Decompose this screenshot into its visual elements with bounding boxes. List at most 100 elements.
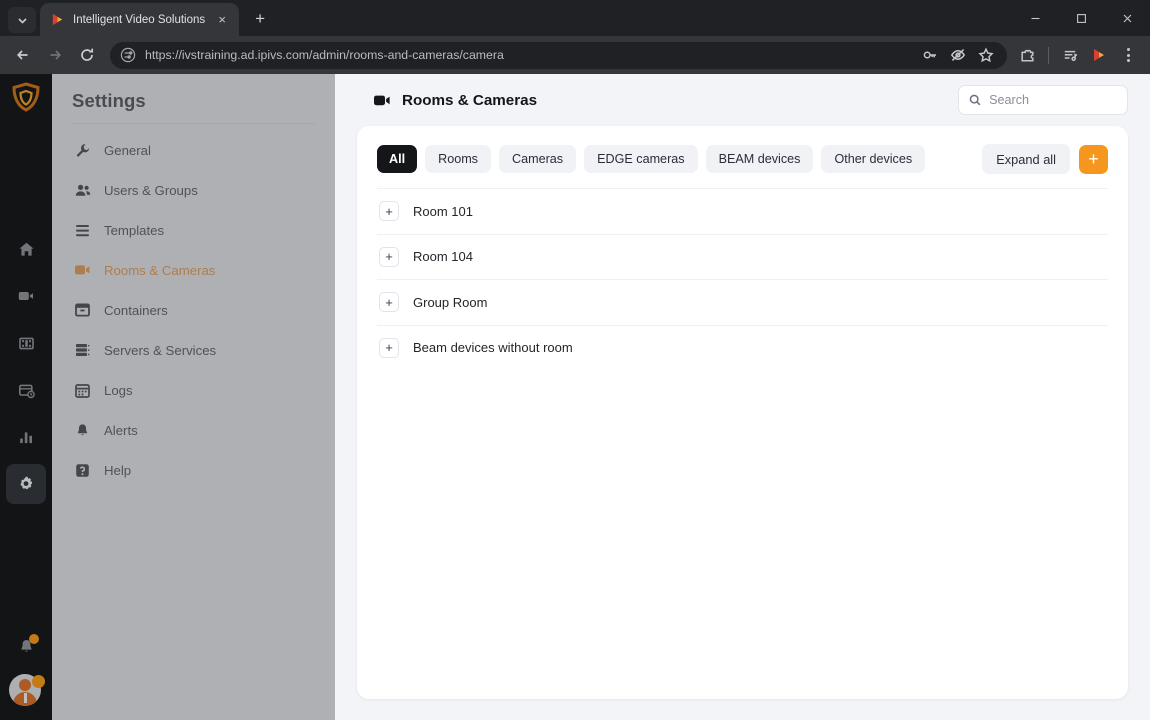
- table-row[interactable]: + Room 101: [377, 188, 1108, 234]
- filter-chip-cameras[interactable]: Cameras: [498, 145, 577, 173]
- browser-window: Intelligent Video Solutions × + https://…: [0, 0, 1150, 720]
- back-button[interactable]: [8, 40, 38, 70]
- user-avatar-button[interactable]: [9, 674, 45, 708]
- browser-tabstrip: Intelligent Video Solutions × +: [0, 0, 1150, 36]
- table-row[interactable]: + Beam devices without room: [377, 324, 1108, 371]
- alert-bell-icon: [74, 423, 91, 438]
- row-label: Room 101: [413, 203, 473, 219]
- close-window-button[interactable]: [1104, 0, 1150, 36]
- gear-icon: [20, 476, 33, 490]
- browser-menu-button[interactable]: [1114, 41, 1142, 69]
- rail-item-analytics[interactable]: [6, 417, 46, 457]
- add-button[interactable]: +: [1079, 144, 1108, 174]
- shield-logo-icon[interactable]: [9, 80, 43, 114]
- rail-item-media[interactable]: [6, 323, 46, 363]
- application-area: Settings General Users & Groups Template…: [0, 74, 1150, 720]
- main-content: Rooms & Cameras All Rooms Cameras EDGE c…: [335, 74, 1150, 720]
- key-icon[interactable]: [917, 42, 943, 68]
- film-strip-icon: [18, 337, 34, 349]
- profile-avatar-icon[interactable]: [1085, 41, 1113, 69]
- sidebar-item-help[interactable]: Help: [52, 450, 335, 490]
- avatar-badge: [32, 675, 45, 688]
- search-input[interactable]: [989, 93, 1117, 107]
- filter-chip-other-devices[interactable]: Other devices: [821, 145, 926, 173]
- tab-close-button[interactable]: ×: [213, 11, 231, 29]
- list-icon: [74, 224, 91, 237]
- card-actions: Expand all +: [982, 144, 1108, 174]
- sidebar-item-containers[interactable]: Containers: [52, 290, 335, 330]
- tab-title: Intelligent Video Solutions: [73, 13, 206, 26]
- back-arrow-icon: [17, 50, 28, 60]
- rail-item-home[interactable]: [6, 229, 46, 269]
- expand-row-toggle[interactable]: +: [379, 337, 399, 358]
- close-icon: [1123, 14, 1131, 22]
- sidebar-item-general[interactable]: General: [52, 130, 335, 170]
- sidebar-item-label: Templates: [104, 222, 165, 238]
- server-icon: [74, 343, 91, 357]
- help-icon: [74, 463, 91, 478]
- extensions-puzzle-icon: [1020, 49, 1034, 62]
- sidebar-item-logs[interactable]: Logs: [52, 370, 335, 410]
- address-bar[interactable]: https://ivstraining.ad.ipivs.com/admin/r…: [110, 41, 1007, 69]
- rail-item-settings[interactable]: [6, 464, 46, 504]
- video-camera-icon: [74, 263, 91, 277]
- users-icon: [74, 183, 91, 198]
- filter-chip-all[interactable]: All: [377, 145, 418, 173]
- reload-icon: [81, 48, 94, 61]
- rail-item-cameras[interactable]: [6, 276, 46, 316]
- row-label: Beam devices without room: [413, 340, 573, 356]
- table-row[interactable]: + Room 104: [377, 233, 1108, 280]
- sidebar-item-templates[interactable]: Templates: [52, 210, 335, 250]
- play-triangle-icon: [50, 12, 65, 27]
- new-tab-button[interactable]: +: [247, 6, 273, 32]
- box-icon: [74, 303, 91, 317]
- card-toolbar: All Rooms Cameras EDGE cameras BEAM devi…: [357, 126, 1128, 188]
- omnibox-actions: [917, 42, 999, 68]
- page-title: Rooms & Cameras: [402, 91, 538, 109]
- sidebar-item-label: Users & Groups: [104, 182, 198, 198]
- menu-dots-icon: [1126, 48, 1130, 62]
- bar-chart-icon: [19, 431, 32, 443]
- notifications-button[interactable]: [6, 626, 46, 666]
- row-label: Group Room: [413, 294, 488, 310]
- reading-list-icon: [1064, 50, 1077, 61]
- maximize-button[interactable]: [1058, 0, 1104, 36]
- sidebar-item-rooms-cameras[interactable]: Rooms & Cameras: [52, 250, 335, 290]
- search-box[interactable]: [958, 85, 1128, 115]
- calendar-icon: [74, 383, 91, 398]
- chevron-down-icon: [17, 17, 27, 24]
- filter-chip-rooms[interactable]: Rooms: [425, 145, 491, 173]
- rail-item-recordings[interactable]: [6, 370, 46, 410]
- sidebar-item-label: Logs: [104, 382, 133, 398]
- sidebar-item-label: Rooms & Cameras: [104, 262, 216, 278]
- icon-rail: [0, 74, 52, 720]
- reading-list-button[interactable]: [1056, 41, 1084, 69]
- page-header: Rooms & Cameras: [357, 74, 1128, 126]
- notification-badge: [29, 634, 39, 644]
- browser-toolbar: https://ivstraining.ad.ipivs.com/admin/r…: [0, 36, 1150, 74]
- forward-button[interactable]: [40, 40, 70, 70]
- star-icon[interactable]: [973, 42, 999, 68]
- browser-tab[interactable]: Intelligent Video Solutions ×: [40, 3, 240, 36]
- eye-slash-icon[interactable]: [945, 42, 971, 68]
- window-controls: [1012, 0, 1150, 36]
- settings-sidebar: Settings General Users & Groups Template…: [52, 74, 335, 720]
- tune-sliders-icon[interactable]: [120, 47, 136, 63]
- filter-chip-beam-devices[interactable]: BEAM devices: [705, 145, 814, 173]
- reload-button[interactable]: [72, 40, 102, 70]
- sidebar-item-users-groups[interactable]: Users & Groups: [52, 170, 335, 210]
- expand-row-toggle[interactable]: +: [379, 292, 399, 313]
- toolbar-right-actions: [1013, 41, 1142, 69]
- sidebar-item-servers-services[interactable]: Servers & Services: [52, 330, 335, 370]
- wrench-icon: [74, 143, 91, 158]
- filter-chip-edge-cameras[interactable]: EDGE cameras: [584, 145, 698, 173]
- sidebar-item-alerts[interactable]: Alerts: [52, 410, 335, 450]
- search-icon: [969, 94, 981, 106]
- table-row[interactable]: + Group Room: [377, 279, 1108, 325]
- expand-row-toggle[interactable]: +: [379, 246, 399, 267]
- extensions-button[interactable]: [1013, 41, 1041, 69]
- expand-row-toggle[interactable]: +: [379, 201, 399, 222]
- minimize-button[interactable]: [1012, 0, 1058, 36]
- expand-all-button[interactable]: Expand all: [982, 144, 1070, 174]
- tab-search-button[interactable]: [8, 7, 36, 33]
